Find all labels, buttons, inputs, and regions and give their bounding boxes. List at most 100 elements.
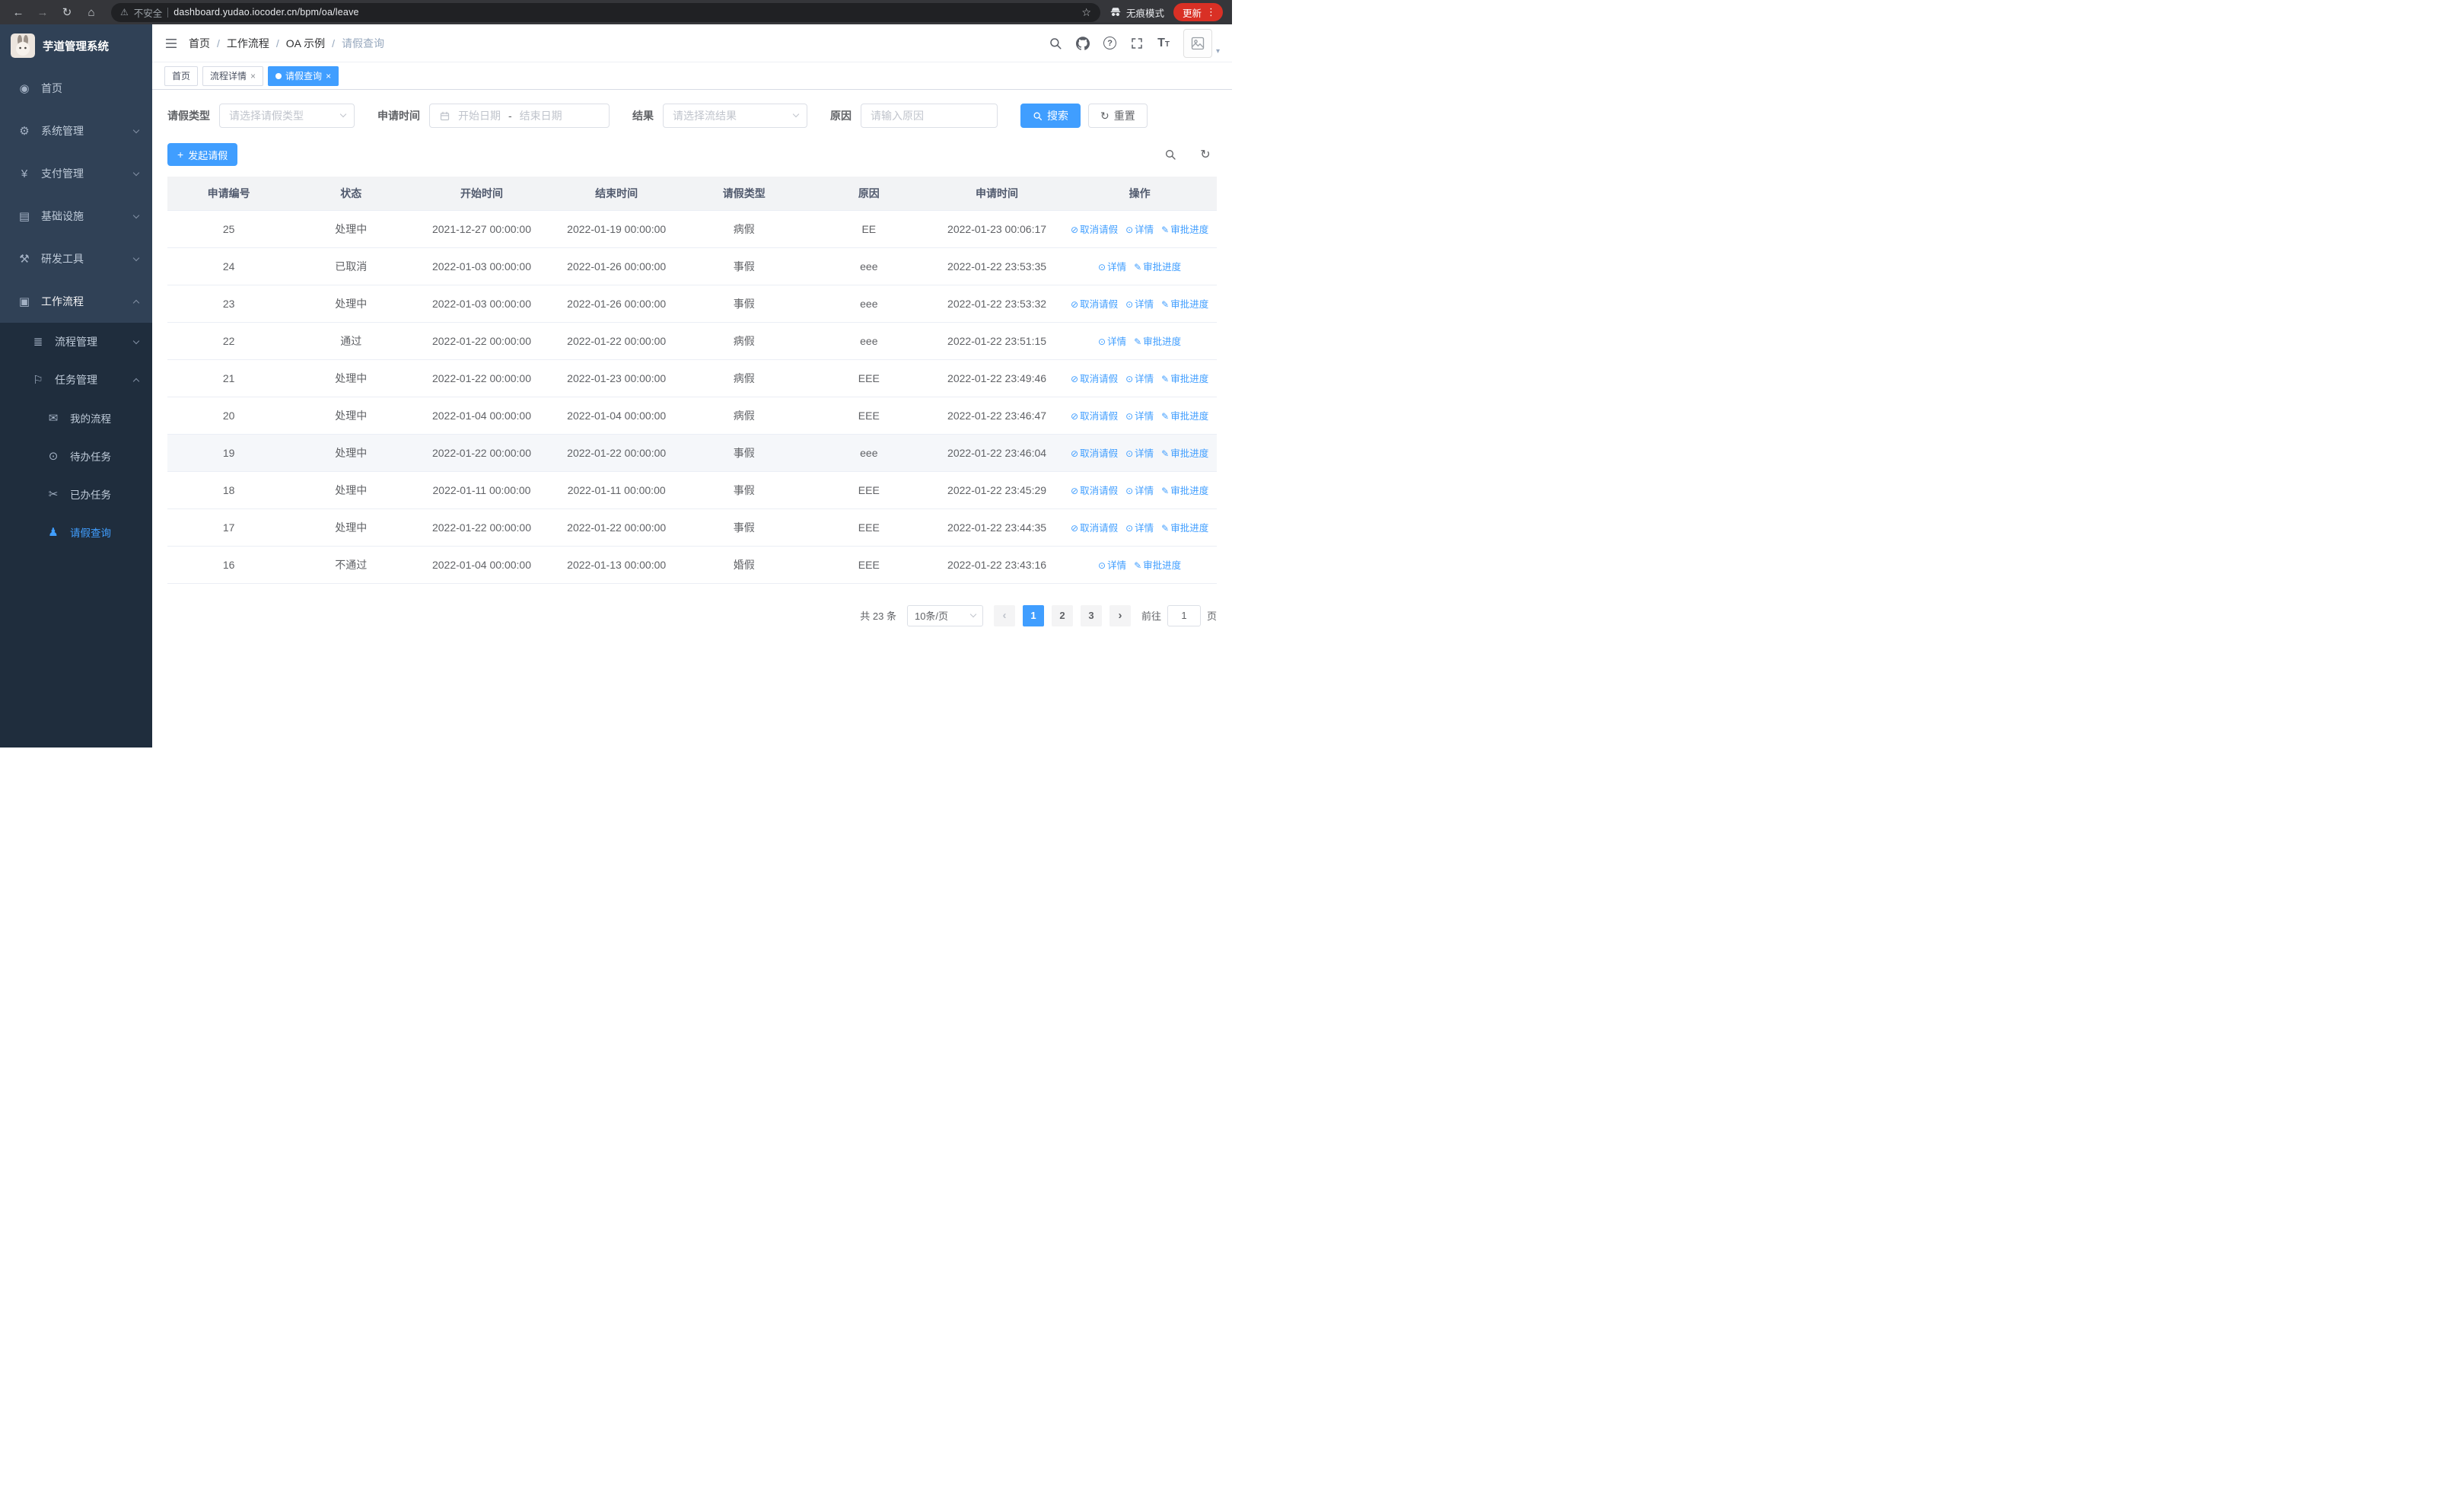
page-button-3[interactable]: 3 xyxy=(1080,604,1102,626)
sidebar-item-todo-tasks[interactable]: ⊙ 待办任务 xyxy=(0,437,152,475)
tab-home[interactable]: 首页 xyxy=(164,65,199,86)
action-detail-link[interactable]: ⊙ 详情 xyxy=(1125,523,1154,534)
action-progress-link[interactable]: ✎ 审批进度 xyxy=(1161,225,1208,235)
action-progress-link[interactable]: ✎ 审批进度 xyxy=(1161,486,1208,496)
action-cancel-link[interactable]: ⊘ 取消请假 xyxy=(1071,486,1118,496)
action-progress-link[interactable]: ✎ 审批进度 xyxy=(1161,374,1208,384)
create-leave-button[interactable]: + 发起请假 xyxy=(167,143,238,166)
cell-status: 不通过 xyxy=(290,546,412,584)
action-progress-link[interactable]: ✎ 审批进度 xyxy=(1134,560,1181,571)
cell-leave-type: 病假 xyxy=(681,322,807,360)
sidebar-item-leave-query[interactable]: ♟ 请假查询 xyxy=(0,513,152,551)
menu-dots-icon[interactable]: ⋮ xyxy=(1206,6,1216,18)
refresh-table-icon[interactable]: ↻ xyxy=(1194,143,1217,166)
edit-icon: ✎ xyxy=(1161,486,1170,496)
action-detail-link[interactable]: ⊙ 详情 xyxy=(1125,486,1154,496)
breadcrumb-workflow[interactable]: 工作流程 xyxy=(227,36,269,51)
sidebar-item-dev-tools[interactable]: ⚒ 研发工具 xyxy=(0,237,152,280)
action-detail-link[interactable]: ⊙ 详情 xyxy=(1098,560,1126,571)
action-cancel-link[interactable]: ⊘ 取消请假 xyxy=(1071,411,1118,422)
close-icon[interactable]: × xyxy=(250,71,256,81)
action-cancel-link[interactable]: ⊘ 取消请假 xyxy=(1071,225,1118,235)
sidebar-item-workflow[interactable]: ▣ 工作流程 xyxy=(0,280,152,323)
user-menu[interactable]: ▾ xyxy=(1183,28,1220,58)
sidebar-item-done-tasks[interactable]: ✂ 已办任务 xyxy=(0,475,152,513)
chevron-up-icon xyxy=(132,378,140,384)
page-size-select[interactable]: 10条/页 xyxy=(906,604,983,626)
sidebar-item-system-management[interactable]: ⚙ 系统管理 xyxy=(0,110,152,152)
chevron-down-icon xyxy=(969,610,977,617)
sidebar-item-infrastructure[interactable]: ▤ 基础设施 xyxy=(0,195,152,237)
table-row[interactable]: 24 已取消 2022-01-03 00:00:00 2022-01-26 00… xyxy=(167,247,1217,285)
leave-type-select[interactable]: 请选择请假类型 xyxy=(219,104,355,128)
action-cancel-link[interactable]: ⊘ 取消请假 xyxy=(1071,448,1118,459)
sidebar-item-task-management[interactable]: ⚐ 任务管理 xyxy=(0,361,152,399)
sidebar-item-label: 已办任务 xyxy=(70,489,111,501)
result-select[interactable]: 请选择流结果 xyxy=(663,104,807,128)
action-detail-link[interactable]: ⊙ 详情 xyxy=(1125,411,1154,422)
action-detail-link[interactable]: ⊙ 详情 xyxy=(1125,225,1154,235)
action-progress-link[interactable]: ✎ 审批进度 xyxy=(1161,448,1208,459)
action-cancel-link[interactable]: ⊘ 取消请假 xyxy=(1071,523,1118,534)
sidebar-collapse-icon[interactable] xyxy=(164,37,178,50)
action-detail-link[interactable]: ⊙ 详情 xyxy=(1098,262,1126,273)
page-button-1[interactable]: 1 xyxy=(1022,604,1044,626)
table-row[interactable]: 17 处理中 2022-01-22 00:00:00 2022-01-22 00… xyxy=(167,508,1217,547)
github-icon[interactable] xyxy=(1076,36,1090,50)
forward-icon[interactable]: → xyxy=(32,2,53,22)
action-detail-link[interactable]: ⊙ 详情 xyxy=(1098,336,1126,347)
tab-leave-query[interactable]: 请假查询 × xyxy=(268,65,339,86)
help-icon[interactable]: ? xyxy=(1103,37,1117,49)
table-row[interactable]: 23 处理中 2022-01-03 00:00:00 2022-01-26 00… xyxy=(167,285,1217,323)
table-row[interactable]: 22 通过 2022-01-22 00:00:00 2022-01-22 00:… xyxy=(167,322,1217,360)
goto-page-input[interactable] xyxy=(1167,604,1201,626)
sidebar-item-process-management[interactable]: ≣ 流程管理 xyxy=(0,323,152,361)
reset-button[interactable]: ↻ 重置 xyxy=(1088,104,1148,128)
search-icon[interactable] xyxy=(1049,37,1062,50)
sidebar-item-home[interactable]: ◉ 首页 xyxy=(0,67,152,110)
font-size-icon[interactable]: TT xyxy=(1157,37,1170,50)
action-progress-link[interactable]: ✎ 审批进度 xyxy=(1161,411,1208,422)
action-cancel-link[interactable]: ⊘ 取消请假 xyxy=(1071,299,1118,310)
search-button[interactable]: 搜索 xyxy=(1020,104,1081,128)
home-icon[interactable]: ⌂ xyxy=(81,2,102,22)
action-cancel-link[interactable]: ⊘ 取消请假 xyxy=(1071,374,1118,384)
search-toggle-icon[interactable] xyxy=(1159,143,1182,166)
apply-time-range-picker[interactable]: 开始日期 - 结束日期 xyxy=(429,104,610,128)
fullscreen-icon[interactable] xyxy=(1130,37,1144,50)
action-detail-link[interactable]: ⊙ 详情 xyxy=(1125,448,1154,459)
avatar[interactable] xyxy=(1183,28,1212,58)
update-button[interactable]: 更新 ⋮ xyxy=(1173,3,1223,21)
reload-icon[interactable]: ↻ xyxy=(56,2,78,22)
action-progress-link[interactable]: ✎ 审批进度 xyxy=(1134,262,1181,273)
breadcrumb-oa-example[interactable]: OA 示例 xyxy=(286,36,325,51)
url-text[interactable]: dashboard.yudao.iocoder.cn/bpm/oa/leave xyxy=(173,7,1076,18)
incognito-icon xyxy=(1110,8,1121,16)
page-button-2[interactable]: 2 xyxy=(1051,604,1073,626)
app-logo[interactable]: 芋道管理系统 xyxy=(0,24,152,67)
bookmark-star-icon[interactable]: ☆ xyxy=(1081,6,1091,19)
action-progress-link[interactable]: ✎ 审批进度 xyxy=(1161,299,1208,310)
table-row[interactable]: 16 不通过 2022-01-04 00:00:00 2022-01-13 00… xyxy=(167,546,1217,584)
sidebar-item-payment-management[interactable]: ¥ 支付管理 xyxy=(0,152,152,195)
breadcrumb-home[interactable]: 首页 xyxy=(189,36,210,51)
reason-input[interactable] xyxy=(861,104,998,128)
next-page-button[interactable]: › xyxy=(1109,604,1131,626)
action-detail-link[interactable]: ⊙ 详情 xyxy=(1125,299,1154,310)
action-detail-link[interactable]: ⊙ 详情 xyxy=(1125,374,1154,384)
security-label[interactable]: 不安全 xyxy=(134,5,163,20)
table-row[interactable]: 19 处理中 2022-01-22 00:00:00 2022-01-22 00… xyxy=(167,434,1217,472)
sidebar: 芋道管理系统 ◉ 首页 ⚙ 系统管理 ¥ 支付管理 ▤ 基础设施 ⚒ 研发工具 … xyxy=(0,24,152,748)
table-row[interactable]: 25 处理中 2021-12-27 00:00:00 2022-01-19 00… xyxy=(167,210,1217,248)
back-icon[interactable]: ← xyxy=(8,2,29,22)
table-row[interactable]: 21 处理中 2022-01-22 00:00:00 2022-01-23 00… xyxy=(167,359,1217,397)
action-progress-link[interactable]: ✎ 审批进度 xyxy=(1161,523,1208,534)
table-row[interactable]: 20 处理中 2022-01-04 00:00:00 2022-01-04 00… xyxy=(167,397,1217,435)
tab-process-detail[interactable]: 流程详情 × xyxy=(202,65,264,86)
close-icon[interactable]: × xyxy=(326,71,331,81)
url-bar[interactable]: ⚠ 不安全 dashboard.yudao.iocoder.cn/bpm/oa/… xyxy=(111,2,1100,22)
table-row[interactable]: 18 处理中 2022-01-11 00:00:00 2022-01-11 00… xyxy=(167,471,1217,509)
prev-page-button[interactable]: ‹ xyxy=(993,604,1015,626)
sidebar-item-my-process[interactable]: ✉ 我的流程 xyxy=(0,399,152,437)
action-progress-link[interactable]: ✎ 审批进度 xyxy=(1134,336,1181,347)
